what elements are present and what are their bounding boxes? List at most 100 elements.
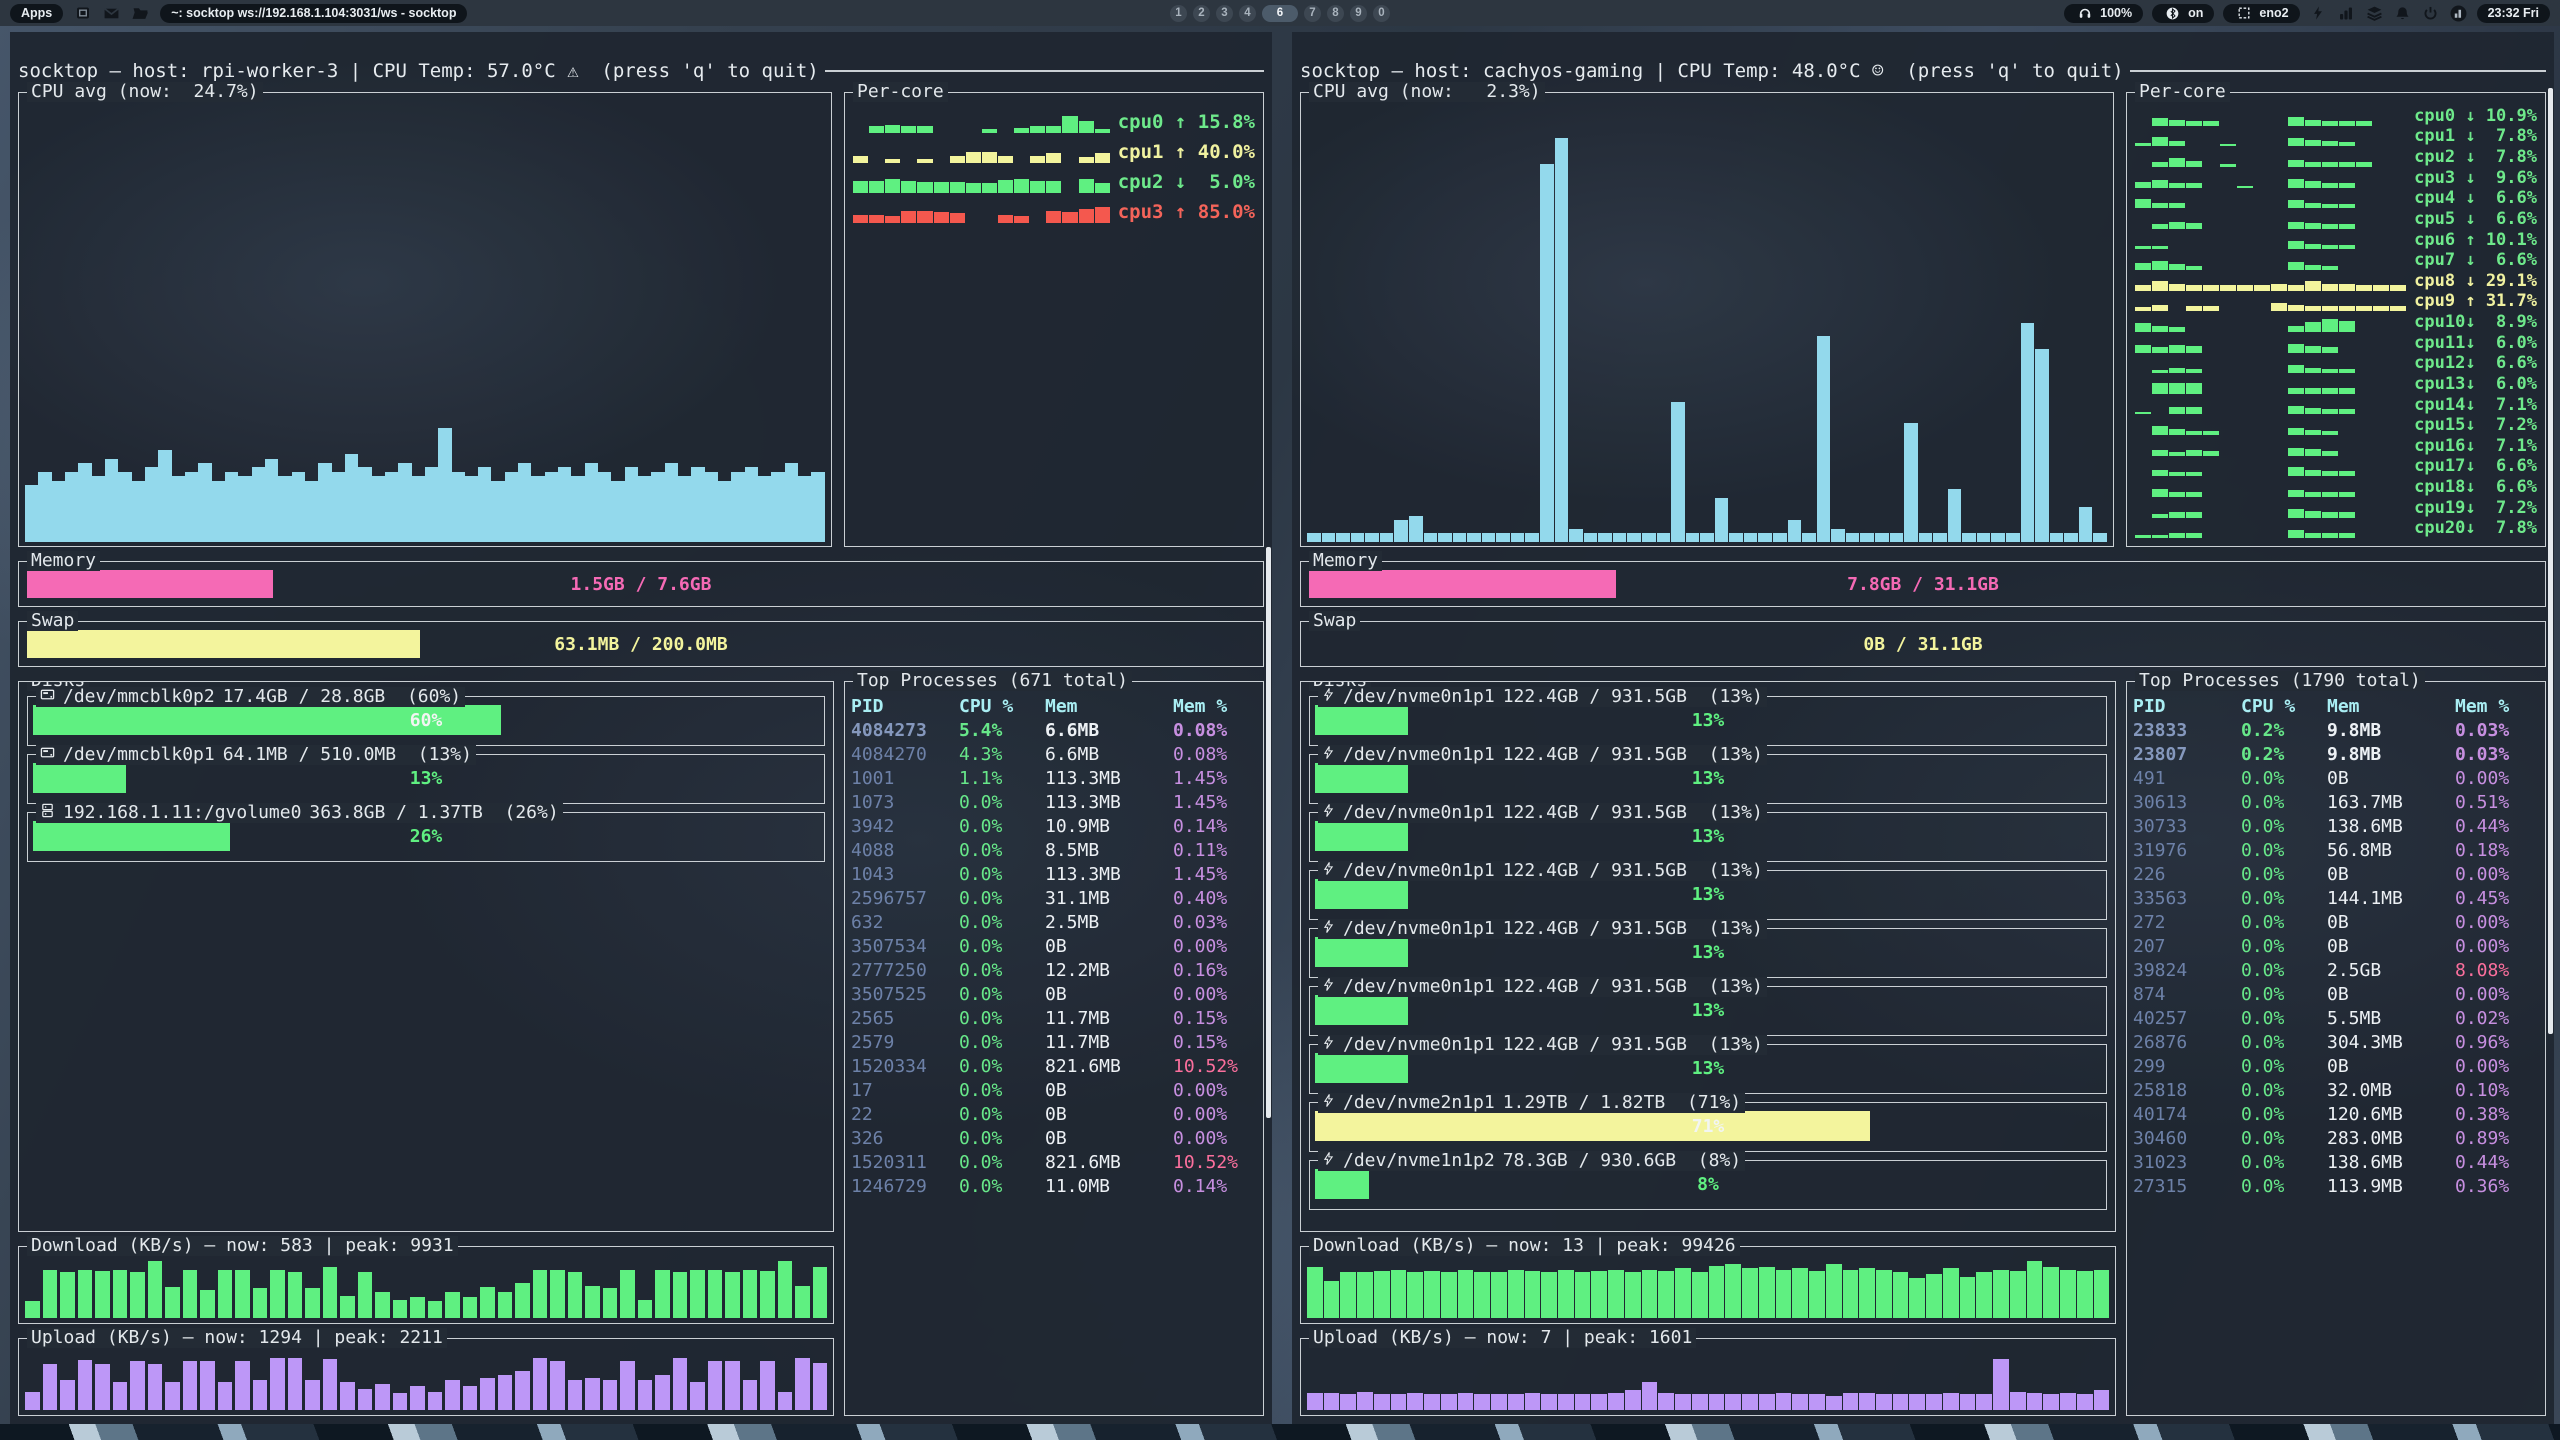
window-icon[interactable] [73,4,92,23]
pid-cell: 226 [2133,864,2241,885]
bar [1541,1394,1557,1410]
download-panel-label: Download (KB/s) — now: 13 | peak: 99426 [1309,1236,1740,1256]
clock-widget[interactable]: 23:32 Fri [2477,4,2550,23]
workspace-1[interactable]: 1 [1170,5,1187,22]
mempct-cell: 0.00% [2455,936,2539,957]
bar [288,1272,303,1318]
bar [1776,1393,1792,1410]
upload-panel-label: Upload (KB/s) — now: 1294 | peak: 2211 [27,1328,447,1348]
disk-usage-text: 122.4GB / 931.5GB (13%) [1503,803,1763,823]
pid-cell: 39824 [2133,960,2241,981]
workspace-switcher: 123467890 [1167,5,1393,22]
mem-cell: 144.1MB [2327,888,2455,909]
bar [2152,383,2168,394]
monitor-icon[interactable] [2449,4,2468,23]
bar [1744,533,1758,542]
workspace-3[interactable]: 3 [1216,5,1233,22]
workspace-0[interactable]: 0 [1373,5,1390,22]
workspace-2[interactable]: 2 [1193,5,1210,22]
cpu-cell: 0.0% [2241,1152,2327,1173]
bluetooth-widget[interactable]: on [2152,4,2214,23]
lightning-icon[interactable] [2309,4,2328,23]
core-spark [2135,211,2406,229]
network-interface: eno2 [2259,6,2288,20]
bell-icon[interactable] [2393,4,2412,23]
bar [145,467,158,542]
bar [113,1382,128,1411]
network-widget[interactable]: eno2 [2223,4,2299,23]
bar [270,1270,285,1318]
core-row: cpu0 ↑ 15.8% [853,105,1255,133]
bar [778,1392,793,1410]
mempct-cell: 0.16% [1173,960,1257,981]
workspace-4[interactable]: 4 [1239,5,1256,22]
terminal-window-cachyos-gaming[interactable]: socktop — host: cachyos-gaming | CPU Tem… [1292,32,2554,1424]
bar [1686,533,1700,542]
pid-cell: 1520334 [851,1056,959,1077]
layers-icon[interactable] [2365,4,2384,23]
disk-entry-label: /dev/nvme0n1p1122.4GB / 931.5GB (13%) [1318,861,1767,881]
disk-usage-text: 78.3GB / 930.6GB (8%) [1503,1151,1741,1171]
flash-icon [1322,745,1335,765]
bar [2152,535,2168,538]
bar [1692,1394,1708,1410]
bar [1792,1394,1808,1410]
scrollbar[interactable] [1266,547,1271,1118]
cpu-cell: 0.0% [959,1056,1045,1077]
bar [2094,1390,2110,1410]
bar [798,476,811,542]
disk-entry: /dev/nvme0n1p1122.4GB / 931.5GB (13%)13% [1309,986,2107,1036]
bar [410,1386,425,1410]
focused-window-title[interactable]: ~: socktop ws://192.168.1.104:3031/ws - … [160,4,467,23]
workspace-6[interactable]: 6 [1262,5,1298,22]
workspace-8[interactable]: 8 [1327,5,1344,22]
disk-pct-label: 13% [28,763,824,793]
power-icon[interactable] [2421,4,2440,23]
apps-button[interactable]: Apps [10,4,63,23]
cpu-cell: 0.0% [959,1128,1045,1149]
bar [358,1389,373,1410]
mempct-cell: 0.02% [2455,1008,2539,1029]
swap-panel-label: Swap [1309,611,1360,631]
stats-icon[interactable] [2337,4,2356,23]
mempct-cell: 0.18% [2455,840,2539,861]
process-row: 304600.0%283.0MB0.89% [2133,1126,2539,1150]
bar [218,1270,233,1318]
apps-button-label: Apps [21,6,52,20]
bar [638,476,651,542]
scrollbar[interactable] [2548,88,2553,1035]
bar [690,1270,705,1318]
bar [1307,1393,1323,1410]
bar [1491,1394,1507,1410]
disk-pct-label: 60% [28,705,824,735]
terminal-window-rpi-worker-3[interactable]: socktop — host: rpi-worker-3 | CPU Temp:… [10,32,1272,1424]
workspace-7[interactable]: 7 [1304,5,1321,22]
core-row: cpu15↓ 7.2% [2135,414,2537,435]
bar [2169,407,2185,414]
cpu-cell: 5.4% [959,720,1045,741]
memory-panel-label: Memory [27,551,100,571]
bar [2288,117,2304,126]
flash-icon [1322,1035,1335,1055]
process-row: 12467290.0%11.0MB0.14% [851,1174,1257,1198]
bar [1876,1270,1892,1318]
bar [358,467,371,542]
bar [2169,158,2185,167]
mail-icon[interactable] [102,4,121,23]
volume-widget[interactable]: 100% [2064,4,2143,23]
pid-cell: 1246729 [851,1176,959,1197]
disk-entry: /dev/nvme0n1p1122.4GB / 931.5GB (13%)13% [1309,870,2107,920]
disk-entry-label: /dev/nvme0n1p1122.4GB / 931.5GB (13%) [1318,919,1767,939]
pid-cell: 27315 [2133,1176,2241,1197]
bar [966,183,981,193]
mem-cell: 9.8MB [2327,720,2455,741]
folder-icon[interactable] [131,4,150,23]
pid-cell: 25818 [2133,1080,2241,1101]
top-processes-panel: Top Processes (671 total)PIDCPU %MemMem … [844,681,1264,1416]
workspace-9[interactable]: 9 [1350,5,1367,22]
bar [2322,319,2338,331]
bar [691,467,704,542]
mempct-cell: 0.15% [1173,1032,1257,1053]
core-label: cpu19↓ 7.2% [2414,500,2537,518]
bar [1095,129,1110,133]
